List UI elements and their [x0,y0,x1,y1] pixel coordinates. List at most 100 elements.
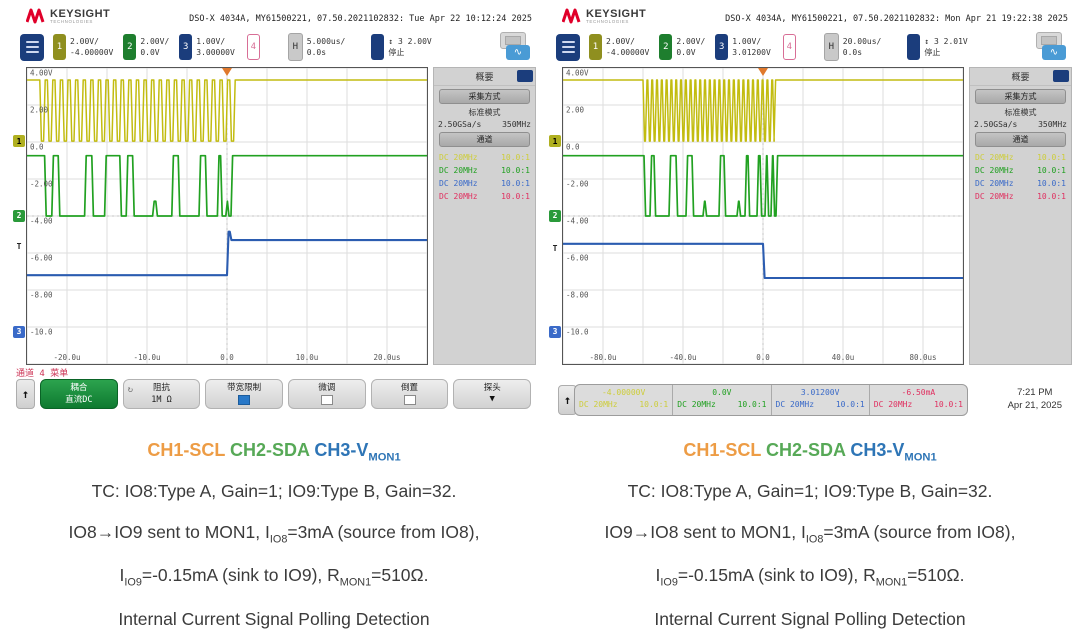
timebase-scale: 20.00us/ [843,36,882,47]
softkey-阻抗[interactable]: ↻阻抗1M Ω [123,379,201,409]
channel-button[interactable]: 通道 [975,132,1066,147]
x-axis-label: 20.0us [373,353,400,362]
menu-icon[interactable] [20,34,44,61]
coupling-bandwidth: DC 20MHz [579,399,618,411]
ch3-badge[interactable]: 3 [715,34,728,60]
ch2-offset: 0.0V [140,47,169,58]
oscilloscope-left: KEYSIGHT TECHNOLOGIES DSO-X 4034A, MY615… [12,6,536,416]
coupling-row: DC 20MHz10.0:1 [970,190,1071,203]
trigger-badge[interactable] [907,34,920,60]
channel-value-segment[interactable]: -6.50mADC 20MHz10.0:1 [870,385,967,415]
ch3-ground-marker[interactable]: 3 [549,326,561,338]
keysight-logo: KEYSIGHT TECHNOLOGIES [562,8,646,24]
bandwidth: 350MHz [502,120,531,129]
horizontal-badge[interactable]: H [824,33,839,61]
keysight-spark-icon [562,8,582,24]
ch4-badge[interactable]: 4 [783,34,796,60]
checkbox-checked-icon[interactable] [238,395,250,405]
probe-ratio: 10.0:1 [934,399,963,411]
horizontal-control[interactable]: H 20.00us/ 0.0s [824,33,882,61]
back-up-button[interactable]: ↑ [16,379,35,409]
clock: 7:21 PM Apr 21, 2025 [1008,386,1062,412]
trigger-control[interactable]: ↕ 3 2.00V 停止 [371,34,431,60]
down-arrow-icon: ▼ [454,394,530,404]
trigger-source: 3 [934,37,939,46]
ch2-control[interactable]: 2 2.00V/ 0.0V [123,34,169,60]
softkey-倒置[interactable]: 倒置 [371,379,449,409]
caption-line-route: IO8→IO9 sent to MON1, IIO8=3mA (source f… [12,522,536,546]
ch1-badge[interactable]: 1 [53,34,66,60]
trigger-level-marker[interactable]: T [549,242,561,254]
summary-panel: 概要 采集方式 标准模式 2.50GSa/s 350MHz 通道 DC 20MH… [969,67,1072,365]
coupling-row: DC 20MHz10.0:1 [970,151,1071,164]
scope-display: 4.00V2.000.0-2.00-4.00-6.00-8.00-10.0-80… [548,64,1072,366]
checkbox-unchecked-icon[interactable] [321,395,333,405]
ch2-ground-marker[interactable]: 2 [549,210,561,222]
ch3-control[interactable]: 3 1.00V/ 3.00000V [179,34,235,60]
ch2-control[interactable]: 2 2.00V/ 0.0V [659,34,705,60]
panel-close-icon[interactable] [1053,70,1069,82]
x-axis-label: 80.0us [909,353,936,362]
ch1-ground-marker[interactable]: 1 [13,135,25,147]
ch1-badge[interactable]: 1 [589,34,602,60]
ch2-offset: 0.0V [676,47,705,58]
clock-date: Apr 21, 2025 [1008,399,1062,412]
acquire-mode-button[interactable]: 采集方式 [975,89,1066,104]
softkey-微调[interactable]: 微调 [288,379,366,409]
channel-button[interactable]: 通道 [439,132,530,147]
acquire-mode-value: 标准模式 [434,107,535,118]
coupling-row: DC 20MHz10.0:1 [970,177,1071,190]
ch2-ground-marker[interactable]: 2 [13,210,25,222]
trigger-level-marker[interactable]: T [13,240,25,252]
menu-icon[interactable] [556,34,580,61]
trigger-control[interactable]: ↕ 3 2.01V 停止 [907,34,967,60]
waveform-touch-icon[interactable]: ∿ [506,45,530,60]
ch2-badge[interactable]: 2 [123,34,136,60]
coupling-bandwidth: DC 20MHz [776,399,815,411]
acquire-mode-button[interactable]: 采集方式 [439,89,530,104]
channel-coupling-rows: DC 20MHz10.0:1DC 20MHz10.0:1DC 20MHz10.0… [970,151,1071,203]
channel-value-segment[interactable]: 0.0VDC 20MHz10.0:1 [673,385,771,415]
coupling-bandwidth: DC 20MHz [677,399,716,411]
caption-channel-legend: CH1-SCL CH2-SDA CH3-VMON1 [548,440,1072,464]
y-axis-label: 4.00V [30,69,53,78]
ch3-badge[interactable]: 3 [179,34,192,60]
ch1-control[interactable]: 1 2.00V/ -4.00000V [53,34,113,60]
softkey-探头[interactable]: 探头▼ [453,379,531,409]
ch2-badge[interactable]: 2 [659,34,672,60]
ch1-ground-marker[interactable]: 1 [549,135,561,147]
panel-title: 概要 [475,70,493,83]
panel-title: 概要 [1011,70,1029,83]
probe-ratio: 10.0:1 [836,399,865,411]
ch1-offset: -4.00000V [70,47,113,58]
run-state: 停止 [924,47,967,58]
trigger-arrows-icon: ↕ [388,37,393,46]
corner-icons: ∿ [500,32,532,62]
model-status-line: DSO-X 4034A, MY61500221, 07.50.202110283… [725,14,1068,24]
coupling-row: DC 20MHz10.0:1 [434,190,535,203]
clock-time: 7:21 PM [1008,386,1062,399]
ch1-control[interactable]: 1 2.00V/ -4.00000V [589,34,649,60]
caption-line-title: Internal Current Signal Polling Detectio… [12,609,536,630]
softkey-label: 探头 [454,382,530,394]
waveform-touch-icon[interactable]: ∿ [1042,45,1066,60]
model-status-line: DSO-X 4034A, MY61500221, 07.50.202110283… [189,14,532,24]
caption-line-tc: TC: IO8:Type A, Gain=1; IO9:Type B, Gain… [12,481,536,502]
softkey-value: 1M Ω [124,394,200,406]
softkey-带宽限制[interactable]: 带宽限制 [205,379,283,409]
horizontal-badge[interactable]: H [288,33,303,61]
checkbox-unchecked-icon[interactable] [404,395,416,405]
caption-line-sink: IIO9=-0.15mA (sink to IO9), RMON1=510Ω. [548,565,1072,589]
caption-channel-legend: CH1-SCL CH2-SDA CH3-VMON1 [12,440,536,464]
channel-value-segment[interactable]: -4.00000VDC 20MHz10.0:1 [575,385,673,415]
panel-close-icon[interactable] [517,70,533,82]
trigger-badge[interactable] [371,34,384,60]
ch3-ground-marker[interactable]: 3 [13,326,25,338]
x-axis-label: -40.0u [669,353,696,362]
ch3-control[interactable]: 3 1.00V/ 3.01200V [715,34,771,60]
ch4-badge[interactable]: 4 [247,34,260,60]
channel-value-segment[interactable]: 3.01200VDC 20MHz10.0:1 [772,385,870,415]
sample-rate: 2.50GSa/s [974,120,1017,129]
softkey-耦合[interactable]: 耦合直流DC [40,379,118,409]
horizontal-control[interactable]: H 5.000us/ 0.0s [288,33,346,61]
